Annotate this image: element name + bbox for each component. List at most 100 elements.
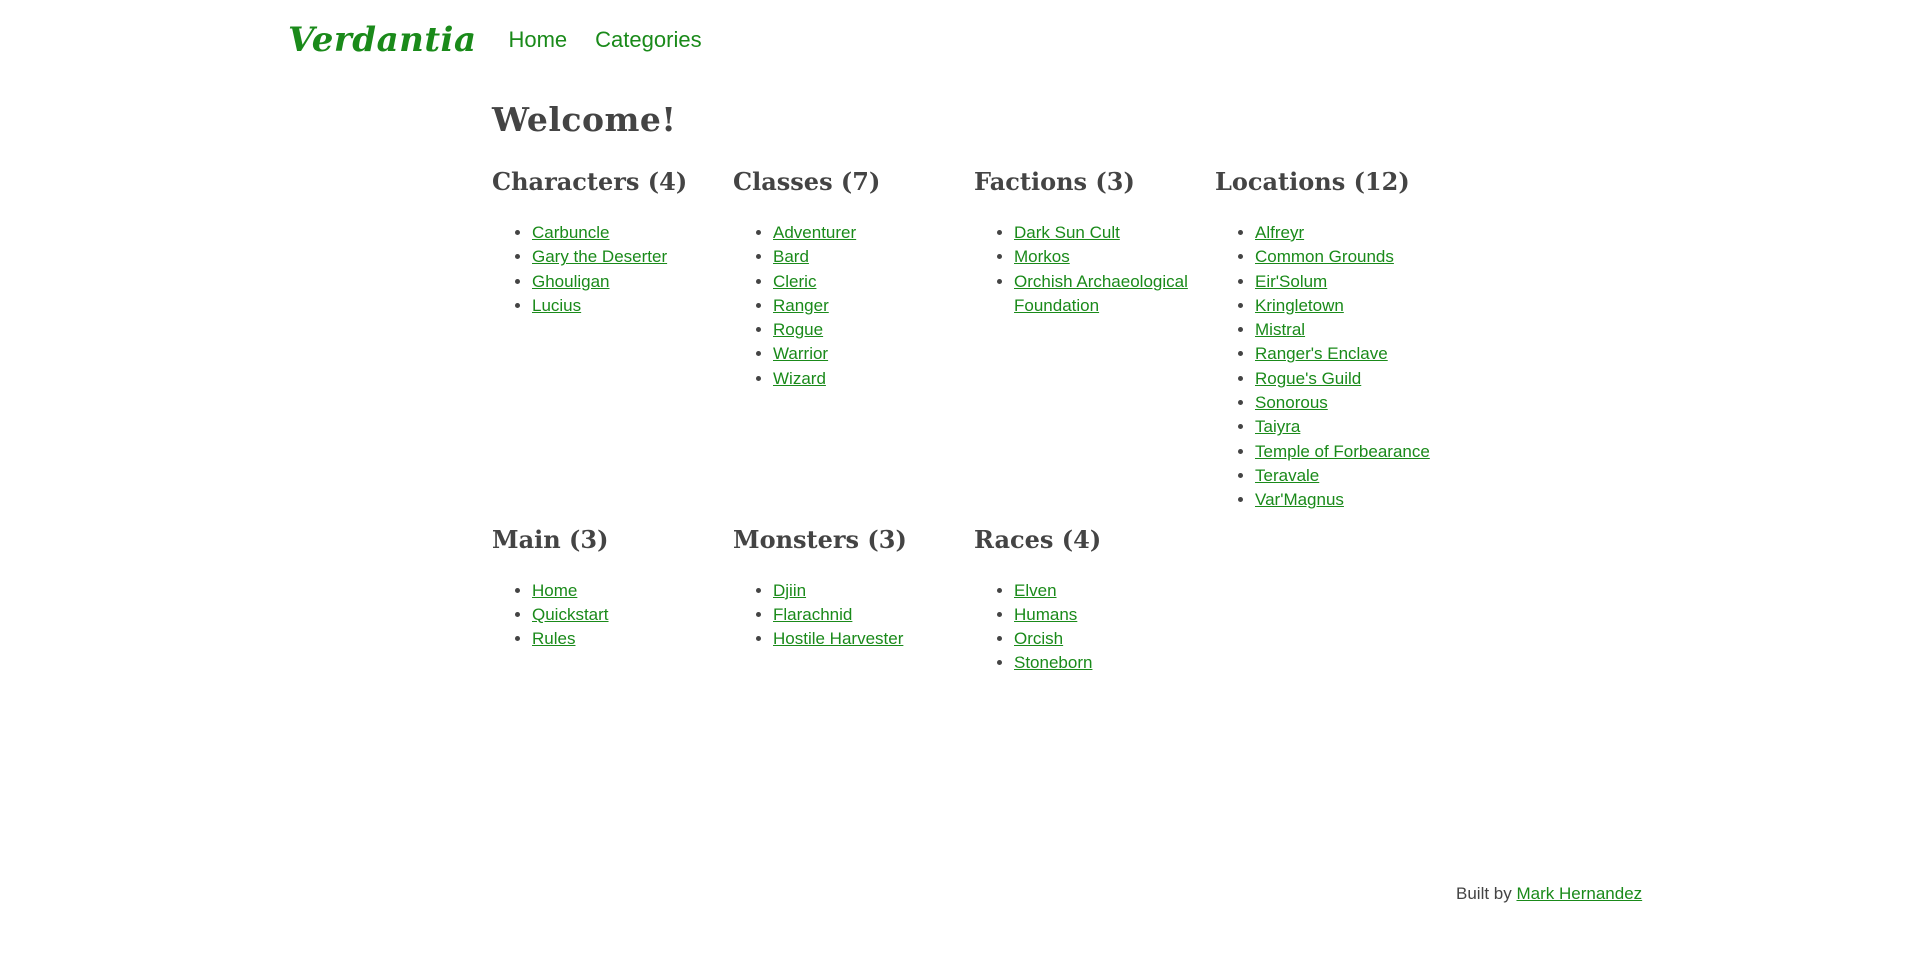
category-item-link[interactable]: Carbuncle bbox=[532, 223, 610, 242]
category-list: Djiin Flarachnid Hostile Harvester bbox=[733, 579, 974, 652]
site-logo[interactable]: Verdantia bbox=[288, 20, 476, 60]
category-list: Carbuncle Gary the Deserter Ghouligan Luciu… bbox=[492, 221, 733, 318]
category-item-link[interactable]: Humans bbox=[1014, 605, 1077, 624]
list-item: Var'Magnus bbox=[1255, 488, 1456, 512]
nav-categories-link[interactable]: Categories bbox=[595, 27, 701, 53]
list-item: Elven bbox=[1014, 579, 1215, 603]
category-item-link[interactable]: Rogue bbox=[773, 320, 823, 339]
list-item: Common Grounds bbox=[1255, 245, 1456, 269]
category-item-link[interactable]: Wizard bbox=[773, 369, 826, 388]
list-item: Ghouligan bbox=[532, 270, 733, 294]
list-item: Rogue's Guild bbox=[1255, 367, 1456, 391]
category-item-link[interactable]: Home bbox=[532, 581, 577, 600]
list-item: Hostile Harvester bbox=[773, 627, 974, 651]
category-item-link[interactable]: Common Grounds bbox=[1255, 247, 1394, 266]
category-item-link[interactable]: Gary the Deserter bbox=[532, 247, 667, 266]
footer-author-link[interactable]: Mark Hernandez bbox=[1516, 884, 1642, 903]
category-item-link[interactable]: Sonorous bbox=[1255, 393, 1328, 412]
list-item: Kringletown bbox=[1255, 294, 1456, 318]
list-item: Mistral bbox=[1255, 318, 1456, 342]
category-grid: Characters (4) Carbuncle Gary the Deserter… bbox=[492, 167, 1452, 676]
category-item-link[interactable]: Adventurer bbox=[773, 223, 856, 242]
list-item: Ranger's Enclave bbox=[1255, 342, 1456, 366]
list-item: Stoneborn bbox=[1014, 651, 1215, 675]
list-item: Lucius bbox=[532, 294, 733, 318]
category-list: Adventurer Bard Cleric Ranger Rogue Warrior Wi… bbox=[733, 221, 974, 391]
footer-prefix: Built by bbox=[1456, 884, 1517, 903]
category-heading: Locations (12) bbox=[1215, 167, 1410, 196]
category-section: Characters (4) Carbuncle Gary the Deserter… bbox=[492, 167, 733, 513]
list-item: Flarachnid bbox=[773, 603, 974, 627]
category-item-link[interactable]: Orcish bbox=[1014, 629, 1063, 648]
category-section: Races (4) Elven Humans Orcish Stoneborn bbox=[974, 525, 1215, 676]
category-section: Factions (3) Dark Sun Cult Morkos Orchish A… bbox=[974, 167, 1215, 513]
category-item-link[interactable]: Ranger bbox=[773, 296, 829, 315]
footer: Built by Mark Hernandez bbox=[1456, 884, 1642, 904]
category-item-link[interactable]: Rogue's Guild bbox=[1255, 369, 1361, 388]
list-item: Cleric bbox=[773, 270, 974, 294]
category-list: Elven Humans Orcish Stoneborn bbox=[974, 579, 1215, 676]
category-item-link[interactable]: Orchish Archaeological Foundation bbox=[1014, 272, 1188, 315]
category-heading: Factions (3) bbox=[974, 167, 1135, 196]
category-item-link[interactable]: Ranger's Enclave bbox=[1255, 344, 1388, 363]
list-item: Djiin bbox=[773, 579, 974, 603]
category-item-link[interactable]: Bard bbox=[773, 247, 809, 266]
list-item: Dark Sun Cult bbox=[1014, 221, 1215, 245]
list-item: Humans bbox=[1014, 603, 1215, 627]
list-item: Sonorous bbox=[1255, 391, 1456, 415]
list-item: Eir'Solum bbox=[1255, 270, 1456, 294]
category-item-link[interactable]: Djiin bbox=[773, 581, 806, 600]
category-item-link[interactable]: Taiyra bbox=[1255, 417, 1300, 436]
list-item: Quickstart bbox=[532, 603, 733, 627]
category-section: Locations (12) Alfreyr Common Grounds Eir'S… bbox=[1215, 167, 1456, 513]
category-item-link[interactable]: Temple of Forbearance bbox=[1255, 442, 1430, 461]
list-item: Morkos bbox=[1014, 245, 1215, 269]
category-item-link[interactable]: Lucius bbox=[532, 296, 581, 315]
list-item: Temple of Forbearance bbox=[1255, 440, 1456, 464]
category-item-link[interactable]: Kringletown bbox=[1255, 296, 1344, 315]
list-item: Home bbox=[532, 579, 733, 603]
category-section: Monsters (3) Djiin Flarachnid Hostile Harve… bbox=[733, 525, 974, 676]
list-item: Rules bbox=[532, 627, 733, 651]
category-item-link[interactable]: Stoneborn bbox=[1014, 653, 1092, 672]
list-item: Adventurer bbox=[773, 221, 974, 245]
category-item-link[interactable]: Elven bbox=[1014, 581, 1057, 600]
category-section: Main (3) Home Quickstart Rules bbox=[492, 525, 733, 676]
category-item-link[interactable]: Mistral bbox=[1255, 320, 1305, 339]
category-heading: Races (4) bbox=[974, 524, 1102, 554]
category-item-link[interactable]: Warrior bbox=[773, 344, 828, 363]
category-item-link[interactable]: Alfreyr bbox=[1255, 223, 1304, 242]
category-list: Alfreyr Common Grounds Eir'Solum Kringletow… bbox=[1215, 221, 1456, 513]
category-item-link[interactable]: Var'Magnus bbox=[1255, 490, 1344, 509]
list-item: Orcish bbox=[1014, 627, 1215, 651]
category-item-link[interactable]: Cleric bbox=[773, 272, 816, 291]
list-item: Orchish Archaeological Foundation bbox=[1014, 270, 1215, 319]
category-section: Classes (7) Adventurer Bard Cleric Ranger Rog… bbox=[733, 167, 974, 513]
list-item: Taiyra bbox=[1255, 415, 1456, 439]
category-list: Dark Sun Cult Morkos Orchish Archaeologica… bbox=[974, 221, 1215, 318]
category-item-link[interactable]: Eir'Solum bbox=[1255, 272, 1327, 291]
list-item: Wizard bbox=[773, 367, 974, 391]
category-list: Home Quickstart Rules bbox=[492, 579, 733, 652]
top-nav: Verdantia Home Categories bbox=[288, 18, 730, 62]
main-content: Welcome! Characters (4) Carbuncle Gary the… bbox=[492, 100, 1452, 676]
category-item-link[interactable]: Flarachnid bbox=[773, 605, 852, 624]
nav-home-link[interactable]: Home bbox=[508, 27, 567, 53]
list-item: Warrior bbox=[773, 342, 974, 366]
category-heading: Main (3) bbox=[492, 524, 609, 554]
category-item-link[interactable]: Dark Sun Cult bbox=[1014, 223, 1120, 242]
category-item-link[interactable]: Teravale bbox=[1255, 466, 1319, 485]
category-item-link[interactable]: Rules bbox=[532, 629, 575, 648]
list-item: Teravale bbox=[1255, 464, 1456, 488]
category-heading: Monsters (3) bbox=[733, 524, 907, 554]
list-item: Carbuncle bbox=[532, 221, 733, 245]
category-heading: Classes (7) bbox=[733, 167, 881, 196]
list-item: Ranger bbox=[773, 294, 974, 318]
category-item-link[interactable]: Quickstart bbox=[532, 605, 609, 624]
category-item-link[interactable]: Hostile Harvester bbox=[773, 629, 903, 648]
category-heading: Characters (4) bbox=[492, 167, 688, 196]
category-item-link[interactable]: Morkos bbox=[1014, 247, 1070, 266]
list-item: Gary the Deserter bbox=[532, 245, 733, 269]
page-title: Welcome! bbox=[492, 100, 677, 139]
category-item-link[interactable]: Ghouligan bbox=[532, 272, 610, 291]
